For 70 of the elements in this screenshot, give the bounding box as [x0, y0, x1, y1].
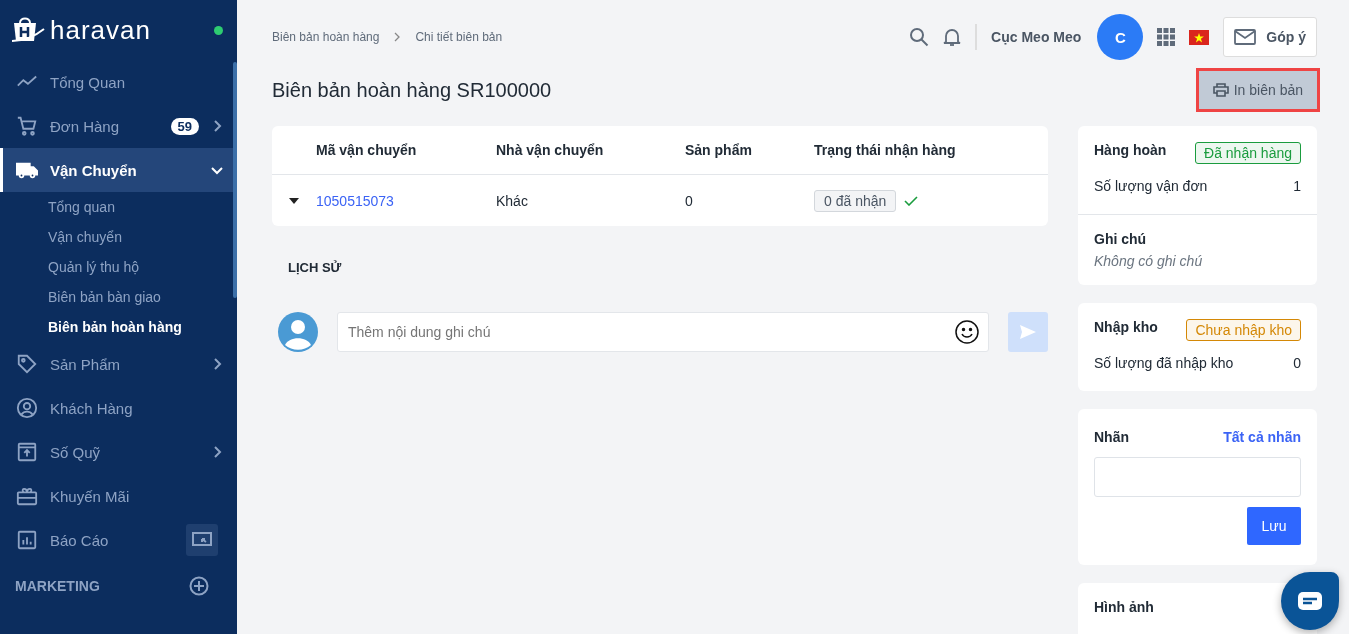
- printer-icon: [1212, 83, 1229, 97]
- tracking-code-link[interactable]: 1050515073: [316, 192, 496, 209]
- section-heading: LỊCH SỬ: [288, 260, 343, 275]
- envelope-icon: [1234, 29, 1257, 45]
- user-icon: [16, 397, 38, 419]
- nav-item[interactable]: Sản Phẩm: [0, 342, 237, 386]
- card-title: Ghi chú: [1094, 231, 1148, 247]
- gift-icon: [16, 485, 38, 507]
- user-avatar[interactable]: C: [1097, 14, 1144, 60]
- submenu-item[interactable]: Biên bản bàn giao: [0, 282, 237, 312]
- field-label: Số lượng vận đơn: [1094, 178, 1208, 194]
- scrollbar[interactable]: [233, 62, 237, 298]
- table-cell-text: Khác: [496, 192, 529, 209]
- screen-share-button[interactable]: [186, 524, 218, 556]
- brand-name: haravan: [50, 14, 151, 46]
- column-header: Mã vận chuyển: [316, 142, 418, 158]
- nav-item[interactable]: Báo Cáo: [0, 518, 237, 562]
- column-header: Nhà vận chuyển: [496, 142, 605, 158]
- page-title: Biên bản hoàn hàng SR100000: [272, 78, 552, 102]
- save-button[interactable]: Lưu: [1247, 507, 1301, 545]
- apps-grid-icon[interactable]: [1157, 28, 1176, 46]
- add-icon[interactable]: [189, 576, 209, 596]
- caret-icon[interactable]: [289, 197, 299, 204]
- note-input-field[interactable]: Thêm nội dung ghi chú: [337, 312, 989, 352]
- search-icon[interactable]: [909, 27, 930, 47]
- submenu-item[interactable]: Tổng quan: [0, 192, 237, 222]
- card-title: Hình ảnh: [1094, 599, 1154, 615]
- user-name[interactable]: Cục Meo Meo: [991, 29, 1082, 45]
- status-badge: Chưa nhập kho: [1186, 319, 1301, 341]
- chat-button[interactable]: [1281, 572, 1339, 630]
- tag-icon: [16, 353, 38, 375]
- card-title: Hàng hoàn: [1094, 142, 1167, 158]
- feedback-button[interactable]: Góp ý: [1223, 17, 1317, 57]
- all-tags-link[interactable]: Tất cả nhãn: [1223, 429, 1301, 445]
- card-title: Nhãn: [1094, 429, 1129, 445]
- tags-input-field[interactable]: [1094, 457, 1301, 497]
- chat-bubble-icon: [1298, 592, 1322, 610]
- nav-item[interactable]: Đơn Hàng 59: [0, 104, 237, 148]
- nav-item[interactable]: Tổng Quan: [0, 60, 237, 104]
- nav-item[interactable]: Số Quỹ: [0, 430, 237, 474]
- smiley-icon[interactable]: [955, 320, 979, 344]
- field-label: Số lượng đã nhập kho: [1094, 355, 1234, 371]
- shopping-bag-logo-icon: [10, 15, 46, 45]
- field-value: 1: [1293, 178, 1301, 194]
- breadcrumb-current: Chi tiết biên bản: [415, 30, 503, 44]
- received-count-tag: 0 đã nhận: [814, 189, 897, 212]
- box-icon: [16, 441, 38, 463]
- table-cell-text: 0: [685, 192, 694, 209]
- cart-icon: [16, 115, 38, 137]
- nav-item[interactable]: Khuyến Mãi: [0, 474, 237, 518]
- status-badge: Đã nhận hàng: [1195, 142, 1301, 164]
- print-button[interactable]: In biên bản: [1198, 71, 1317, 109]
- send-icon: [1020, 325, 1036, 339]
- nav-item[interactable]: Khách Hàng: [0, 386, 237, 430]
- bell-icon[interactable]: [943, 27, 962, 47]
- field-value: 0: [1293, 355, 1301, 371]
- breadcrumb-link[interactable]: Biên bản hoàn hàng: [272, 30, 380, 44]
- section-heading: MARKETING: [15, 578, 100, 594]
- submenu-item[interactable]: Biên bản hoàn hàng: [0, 312, 237, 342]
- breadcrumb-separator-icon: [393, 32, 402, 42]
- submenu-item[interactable]: Vận chuyển: [0, 222, 237, 252]
- count-badge: 59: [170, 117, 199, 135]
- card-title: Nhập kho: [1094, 319, 1158, 335]
- column-header: Sản phẩm: [685, 142, 753, 158]
- user-avatar-icon: [278, 312, 318, 352]
- flag-icon[interactable]: [1189, 29, 1210, 45]
- note-text: Không có ghi chú: [1094, 253, 1204, 269]
- column-header: Trạng thái nhận hàng: [814, 142, 957, 158]
- submenu-item[interactable]: Quản lý thu hộ: [0, 252, 237, 282]
- report-icon: [16, 529, 38, 551]
